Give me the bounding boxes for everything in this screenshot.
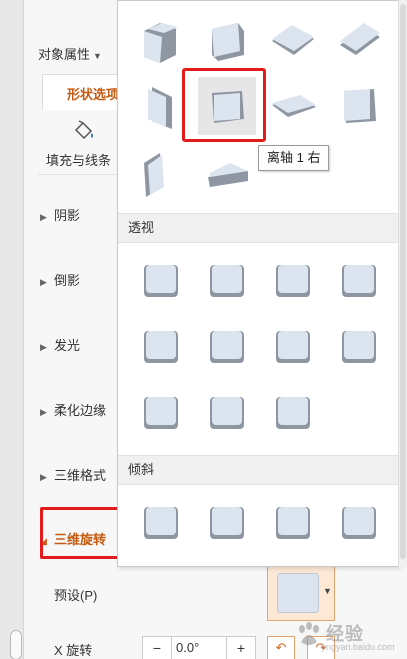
rotate-left-icon[interactable]: ↶ <box>267 636 295 659</box>
section-soft-edges[interactable]: ▶ 柔化边缘 <box>40 400 106 419</box>
preset-cube-icon[interactable] <box>132 11 190 69</box>
section-glow[interactable]: ▶ 发光 <box>40 335 80 354</box>
preset-cube-icon[interactable] <box>264 251 322 309</box>
preset-cube-icon[interactable] <box>198 143 256 201</box>
section-label: 发光 <box>54 338 81 353</box>
left-gutter <box>0 0 24 659</box>
preset-swatch <box>277 573 319 613</box>
watermark-url: jingyan.baidu.com <box>322 642 395 652</box>
preset-cube-icon[interactable] <box>330 317 388 375</box>
category-perspective: 透视 <box>118 213 398 243</box>
preset-cube-icon[interactable] <box>132 493 190 551</box>
tooltip: 离轴 1 右 <box>258 145 330 171</box>
fill-bucket-icon[interactable] <box>70 118 96 144</box>
section-reflection[interactable]: ▶ 倒影 <box>40 270 80 289</box>
preset-dropdown[interactable]: ▼ <box>267 565 335 621</box>
section-label: 阴影 <box>54 208 81 223</box>
expand-arrow-icon: ▶ <box>40 212 47 222</box>
tab-shape-options[interactable]: 形状选项 <box>67 84 119 103</box>
section-label: 柔化边缘 <box>54 403 107 418</box>
preset-cube-icon[interactable] <box>198 251 256 309</box>
preset-cube-icon[interactable] <box>264 77 322 135</box>
x-rotation-label: X 旋转 <box>54 643 93 658</box>
expand-arrow-icon: ▶ <box>40 472 47 482</box>
expand-arrow-icon: ▶ <box>40 277 47 287</box>
section-shadow[interactable]: ▶ 阴影 <box>40 205 80 224</box>
preset-cube-icon[interactable] <box>198 493 256 551</box>
watermark: 经验 jingyan.baidu.com <box>292 614 402 656</box>
preset-cube-icon[interactable] <box>264 493 322 551</box>
preset-cube-icon[interactable] <box>132 383 190 441</box>
expand-arrow-icon: ▶ <box>40 342 47 352</box>
chevron-down-icon: ▼ <box>93 51 102 61</box>
preset-cube-icon[interactable] <box>264 317 322 375</box>
highlight-box <box>182 68 266 142</box>
preset-cube-icon[interactable] <box>198 11 256 69</box>
gallery-scrollbar[interactable] <box>398 0 407 567</box>
category-oblique: 倾斜 <box>118 455 398 485</box>
preset-cube-icon[interactable] <box>132 143 190 201</box>
pane-title[interactable]: 对象属性 ▼ <box>38 44 102 63</box>
scroll-knob[interactable] <box>10 630 22 659</box>
section-3d-format[interactable]: ▶ 三维格式 <box>40 465 106 484</box>
x-rotation-input[interactable]: 0.0° <box>172 636 226 659</box>
section-label: 三维格式 <box>54 468 107 483</box>
preset-cube-icon[interactable] <box>132 251 190 309</box>
preset-cube-icon[interactable] <box>264 11 322 69</box>
preset-cube-icon[interactable] <box>330 493 388 551</box>
preset-cube-icon[interactable] <box>198 383 256 441</box>
scrollbar-thumb[interactable] <box>400 4 406 559</box>
expand-arrow-icon: ▶ <box>40 407 47 417</box>
tab-fill-line[interactable]: 填充与线条 <box>46 150 111 169</box>
preset-cube-icon[interactable] <box>330 11 388 69</box>
x-rotation-increment-button[interactable]: + <box>226 636 256 659</box>
preset-cube-icon[interactable] <box>330 251 388 309</box>
x-rotation-decrement-button[interactable]: − <box>142 636 172 659</box>
preset-label: 预设(P) <box>54 588 98 603</box>
chevron-down-icon: ▼ <box>323 586 332 596</box>
preset-cube-icon[interactable] <box>132 317 190 375</box>
preset-cube-icon[interactable] <box>330 77 388 135</box>
section-label: 倒影 <box>54 273 81 288</box>
preset-cube-icon[interactable] <box>198 317 256 375</box>
pane-title-text: 对象属性 <box>38 47 91 62</box>
baidu-paw-icon <box>299 622 319 645</box>
preset-cube-icon[interactable] <box>264 383 322 441</box>
